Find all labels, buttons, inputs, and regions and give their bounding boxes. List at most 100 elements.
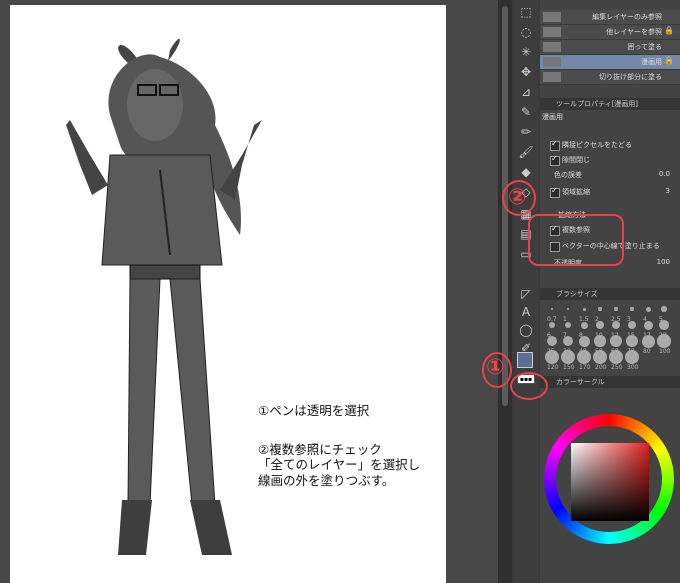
layer-thumbnail (543, 72, 561, 82)
lock-icon: 🔒 (664, 26, 674, 35)
brush-size-dot[interactable] (566, 307, 570, 311)
drawing-paper[interactable]: ①ペンは透明を選択 ②複数参照にチェック 「全てのレイヤー」を選択し 線画の外を… (10, 5, 446, 583)
lock-icon: 🔒 (664, 56, 674, 65)
text-tool-icon[interactable]: A (517, 304, 535, 320)
brush-size-dot[interactable] (645, 306, 651, 312)
brush-size-label: 80 (643, 348, 651, 355)
instruction-step-2: ②複数参照にチェック 「全てのレイヤー」を選択し 線画の外を塗りつぶす。 (258, 441, 421, 488)
lasso-tool-icon[interactable]: ◌ (517, 24, 535, 40)
subtool-name: 切り抜け部分に塗る (599, 73, 662, 81)
brush-size-label: 250 (611, 364, 623, 371)
brush-size-dot[interactable] (612, 321, 620, 329)
option-label: 隣接ピクセルをたどる (562, 141, 632, 149)
brush-size-grid[interactable]: 0.711.522.534567810121517202530405060708… (544, 302, 674, 371)
option-value[interactable]: 3 (666, 187, 670, 195)
subtool-name: 編集レイヤーのみ参照 (592, 13, 662, 21)
option-close-gap[interactable]: 隙間閉じ (546, 154, 676, 167)
option-label: 色の誤差 (554, 171, 582, 179)
brush-size-dot[interactable] (643, 320, 653, 330)
brush-size-label: 100 (659, 348, 671, 355)
brush-size-dot[interactable] (610, 335, 622, 347)
subtool-label: 漫画用 (542, 113, 563, 121)
brush-size-dot[interactable] (596, 321, 604, 329)
ruler-tool-icon[interactable]: ◸ (517, 286, 535, 302)
brush-size-dot[interactable] (614, 307, 618, 311)
instruction-step-1: ①ペンは透明を選択 (258, 402, 370, 418)
brush-size-dot[interactable] (625, 350, 639, 364)
option-color-margin[interactable]: 色の誤差 0.0 (546, 170, 676, 182)
layer-thumbnail (543, 42, 561, 52)
layer-thumbnail (543, 57, 561, 67)
subtool-item[interactable]: 切り抜け部分に塗る (540, 70, 680, 85)
brush-size-label: 170 (579, 364, 591, 371)
pen-tool-icon[interactable]: ✎ (517, 104, 535, 120)
brush-size-dot[interactable] (598, 307, 602, 311)
brush-size-dot[interactable] (594, 335, 606, 347)
checkbox[interactable] (550, 186, 560, 198)
option-label: 領域拡縮 (562, 188, 590, 196)
brush-size-dot[interactable] (545, 350, 559, 364)
brush-size-dot[interactable] (629, 306, 635, 312)
pencil-tool-icon[interactable]: ✏ (517, 124, 535, 140)
layer-thumbnail (543, 12, 561, 22)
brush-size-dot[interactable] (549, 322, 555, 328)
saturation-value-square[interactable] (571, 443, 649, 521)
tool-palette: ⬚ ◌ ✳ ✥ ⊿ ✎ ✏ 🖌 ◆ ◇ ▦ ▤ ▭ ◸ A ◯ ✐ ▪▪▪ (514, 0, 538, 583)
brush-size-dot[interactable] (551, 308, 553, 310)
balloon-tool-icon[interactable]: ◯ (517, 322, 535, 338)
annotation-highlight-multi-reference (528, 214, 624, 266)
instruction-text: ①ペンは透明を選択 ②複数参照にチェック 「全てのレイヤー」を選択し 線画の外を… (258, 387, 446, 512)
checkbox[interactable] (550, 154, 560, 166)
color-circle-title: カラーサークル (556, 378, 605, 386)
brush-size-dot[interactable] (561, 350, 575, 364)
layer-thumbnail (543, 27, 561, 37)
brush-size-label: 200 (595, 364, 607, 371)
color-circle-header: カラーサークル (540, 376, 680, 388)
option-adjacent-pixels[interactable]: 隣接ピクセルをたどる (546, 139, 676, 152)
brush-size-dot[interactable] (593, 350, 607, 364)
option-area-scaling[interactable]: 領域拡縮 3 (546, 186, 676, 199)
tool-property-title: ツールプロパティ[漫画用] (556, 100, 639, 108)
canvas-scrollbar[interactable] (498, 0, 512, 583)
brush-tool-icon[interactable]: 🖌 (517, 144, 535, 160)
brush-size-label: 150 (563, 364, 575, 371)
airbrush-tool-icon[interactable]: ◆ (517, 164, 535, 180)
brush-size-dot[interactable] (659, 320, 669, 330)
brush-size-dot[interactable] (562, 335, 574, 347)
brush-size-dot[interactable] (547, 336, 557, 346)
brush-size-label: 300 (627, 364, 639, 371)
eyedropper-icon[interactable]: ⊿ (517, 84, 535, 100)
canvas-area[interactable]: ①ペンは透明を選択 ②複数参照にチェック 「全てのレイヤー」を選択し 線画の外を… (0, 0, 498, 583)
checkbox[interactable] (550, 139, 560, 151)
subtool-item-selected[interactable]: 漫画用 🔒 (540, 55, 680, 70)
subtool-name: 漫画用 (641, 58, 662, 66)
brush-size-dot[interactable] (661, 306, 667, 312)
brush-size-dot[interactable] (641, 334, 655, 348)
magic-wand-icon[interactable]: ✳ (517, 44, 535, 60)
option-value[interactable]: 0.0 (659, 170, 670, 178)
subtool-item[interactable]: 囲って塗る (540, 40, 680, 55)
brush-size-dot[interactable] (578, 335, 590, 347)
brush-size-dot[interactable] (582, 307, 586, 311)
subtool-name: 他レイヤーを参照 (606, 28, 662, 36)
brush-size-title: ブラシサイズ (556, 290, 598, 298)
option-label: 隙間閉じ (562, 156, 590, 164)
selection-tool-icon[interactable]: ⬚ (517, 4, 535, 20)
move-tool-icon[interactable]: ✥ (517, 64, 535, 80)
brush-size-dot[interactable] (564, 321, 572, 329)
brush-size-dot[interactable] (627, 320, 637, 330)
annotation-highlight-transparent (510, 372, 548, 400)
annotation-number-1: ① (486, 355, 505, 380)
subtool-item[interactable]: 他レイヤーを参照 🔒 (540, 25, 680, 40)
brush-size-header: ブラシサイズ (540, 288, 680, 300)
brush-size-dot[interactable] (580, 321, 588, 329)
main-color-swatch[interactable] (517, 352, 533, 368)
subtool-item[interactable]: 編集レイヤーのみ参照 (540, 10, 680, 25)
brush-size-dot[interactable] (657, 334, 671, 348)
brush-size-dot[interactable] (577, 350, 591, 364)
annotation-number-2: ② (508, 185, 527, 210)
tool-property-header: ツールプロパティ[漫画用] (540, 98, 680, 110)
brush-size-dot[interactable] (609, 350, 623, 364)
brush-size-dot[interactable] (625, 334, 639, 348)
option-value[interactable]: 100 (657, 258, 670, 266)
